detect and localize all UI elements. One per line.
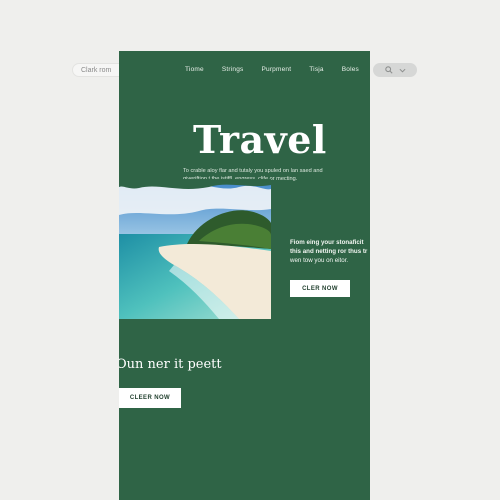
search-button[interactable] bbox=[373, 63, 417, 77]
nav-item-strings[interactable]: Strings bbox=[222, 66, 244, 73]
search-placeholder: Clark rom bbox=[81, 67, 112, 74]
main-nav: Tiome Strings Purpment Tisja Boles bbox=[185, 66, 359, 73]
cta-button-primary[interactable]: CLER NOW bbox=[290, 280, 350, 297]
search-icon bbox=[384, 66, 393, 74]
section-headline: Oun ner it peett bbox=[119, 357, 222, 372]
chevron-down-icon bbox=[399, 68, 406, 73]
nav-item-purpment[interactable]: Purpment bbox=[261, 66, 291, 73]
feature-text: Fiom eing your stonaficit this and netti… bbox=[290, 238, 370, 265]
feature-line-1: Fiom eing your stonaficit bbox=[290, 239, 364, 246]
travel-page-panel: Tiome Strings Purpment Tisja Boles Trave… bbox=[119, 51, 370, 500]
cta-button-secondary[interactable]: CLEER NOW bbox=[119, 388, 181, 408]
feature-line-2: this and netting ror thus tr bbox=[290, 248, 368, 255]
nav-item-tisja[interactable]: Tisja bbox=[309, 66, 323, 73]
beach-photo bbox=[119, 179, 271, 319]
nav-item-home[interactable]: Tiome bbox=[185, 66, 204, 73]
feature-line-3: wen tow you on eitor. bbox=[290, 257, 349, 264]
hero-title: Travel bbox=[193, 117, 327, 162]
nav-item-boles[interactable]: Boles bbox=[342, 66, 359, 73]
